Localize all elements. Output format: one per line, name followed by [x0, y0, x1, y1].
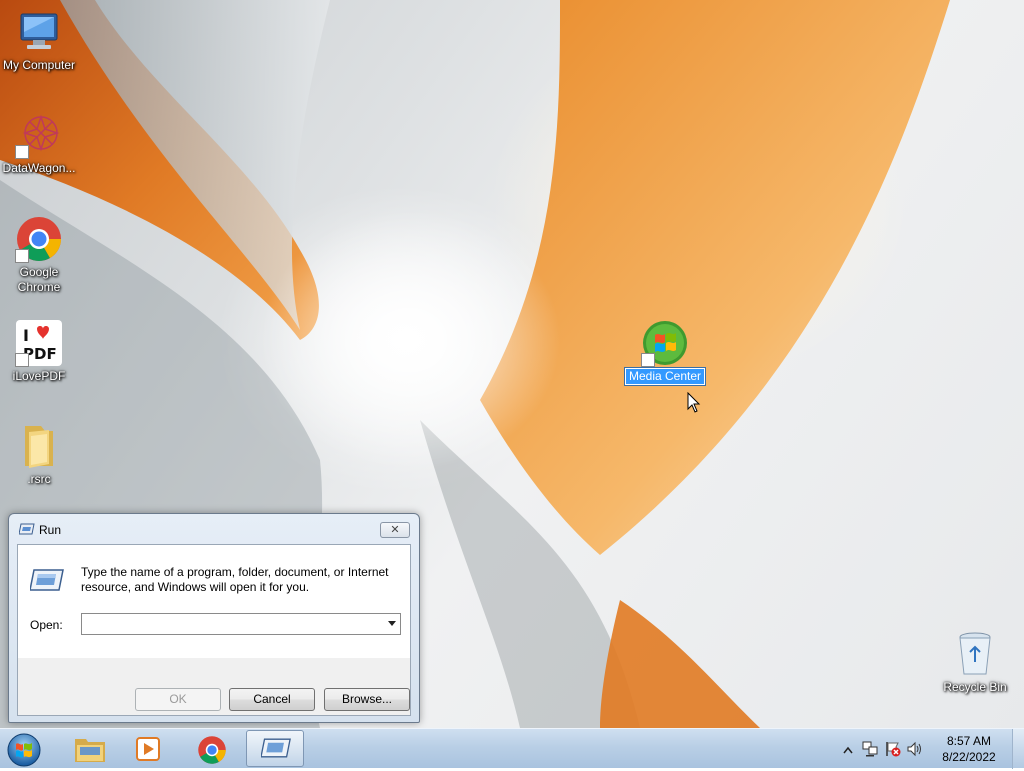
close-icon: ✕ — [390, 523, 400, 536]
open-combobox[interactable] — [81, 613, 401, 635]
chrome-icon — [15, 215, 63, 263]
run-dialog-content: Type the name of a program, folder, docu… — [18, 545, 410, 658]
svg-text:I: I — [23, 326, 29, 345]
desktop-icon-label: Google Chrome — [17, 265, 61, 294]
desktop-icon-recycle-bin[interactable]: Recycle Bin — [937, 630, 1013, 695]
media-player-icon — [136, 737, 160, 761]
shortcut-arrow-icon — [15, 353, 29, 367]
folder-icon — [15, 422, 63, 470]
mouse-cursor-icon — [687, 392, 701, 413]
shortcut-arrow-icon — [641, 353, 655, 367]
run-dialog-description: Type the name of a program, folder, docu… — [81, 565, 389, 594]
windows-orb-icon — [7, 733, 41, 767]
shortcut-arrow-icon — [15, 249, 29, 263]
desktop-icon-label-selected[interactable]: Media Center — [624, 368, 706, 385]
open-input[interactable] — [84, 616, 374, 632]
shortcut-arrow-icon — [15, 145, 29, 159]
desktop-icon-rsrc[interactable]: .rsrc — [1, 422, 77, 487]
dropdown-arrow-icon[interactable] — [388, 621, 396, 626]
clock-time: 8:57 AM — [946, 734, 992, 748]
datawagon-icon — [15, 111, 63, 159]
desktop-icon-label: DataWagon... — [2, 161, 76, 175]
run-dialog-body: Type the name of a program, folder, docu… — [17, 544, 411, 716]
desktop-icon-label: .rsrc — [27, 472, 51, 486]
action-center-flag-icon[interactable] — [885, 741, 901, 760]
media-center-icon — [641, 319, 689, 367]
open-label: Open: — [30, 618, 63, 632]
desktop-icon-label: My Computer — [2, 58, 76, 72]
ok-button[interactable]: OK — [135, 688, 221, 711]
cancel-button[interactable]: Cancel — [229, 688, 315, 711]
run-program-icon — [30, 569, 64, 591]
run-dialog[interactable]: Run ✕ Type the name of a program, folder… — [8, 513, 420, 723]
desktop-icon-my-computer[interactable]: My Computer — [1, 8, 77, 73]
run-icon — [19, 523, 35, 535]
chrome-icon — [198, 736, 226, 764]
volume-icon[interactable] — [907, 741, 923, 760]
browse-button[interactable]: Browse... — [324, 688, 410, 711]
run-icon — [261, 738, 291, 758]
taskbar-run[interactable] — [246, 730, 304, 767]
show-hidden-icons-chevron[interactable] — [843, 743, 853, 757]
desktop-icon-label: iLovePDF — [12, 369, 66, 383]
taskbar-media-player[interactable] — [120, 730, 178, 767]
network-icon[interactable] — [862, 741, 878, 760]
taskbar-file-explorer[interactable] — [60, 730, 118, 767]
computer-icon — [15, 8, 63, 56]
desktop[interactable]: My Computer DataWagon... Google Chrome I… — [0, 0, 1024, 728]
system-tray: 8:57 AM 8/22/2022 — [839, 729, 1024, 769]
desktop-icon-label: Recycle Bin — [943, 680, 1007, 694]
start-button[interactable] — [4, 730, 50, 768]
run-dialog-titlebar[interactable]: Run ✕ — [9, 514, 419, 544]
recycle-bin-icon — [951, 630, 999, 678]
clock-date: 8/22/2022 — [942, 750, 996, 764]
close-button[interactable]: ✕ — [380, 522, 410, 538]
show-desktop-button[interactable] — [1012, 729, 1024, 769]
run-dialog-title: Run — [39, 523, 62, 537]
desktop-icon-media-center[interactable]: Media Center — [624, 319, 706, 385]
desktop-icon-ilovepdf[interactable]: I PDF iLovePDF — [1, 319, 77, 384]
taskbar-clock[interactable]: 8:57 AM 8/22/2022 — [934, 733, 1004, 765]
desktop-icon-datawagon[interactable]: DataWagon... — [1, 111, 77, 176]
desktop-icon-google-chrome[interactable]: Google Chrome — [1, 215, 77, 295]
taskbar-chrome[interactable] — [183, 730, 241, 767]
file-explorer-icon — [75, 739, 105, 762]
ilovepdf-icon: I PDF — [15, 319, 63, 367]
taskbar: 8:57 AM 8/22/2022 — [0, 728, 1024, 769]
